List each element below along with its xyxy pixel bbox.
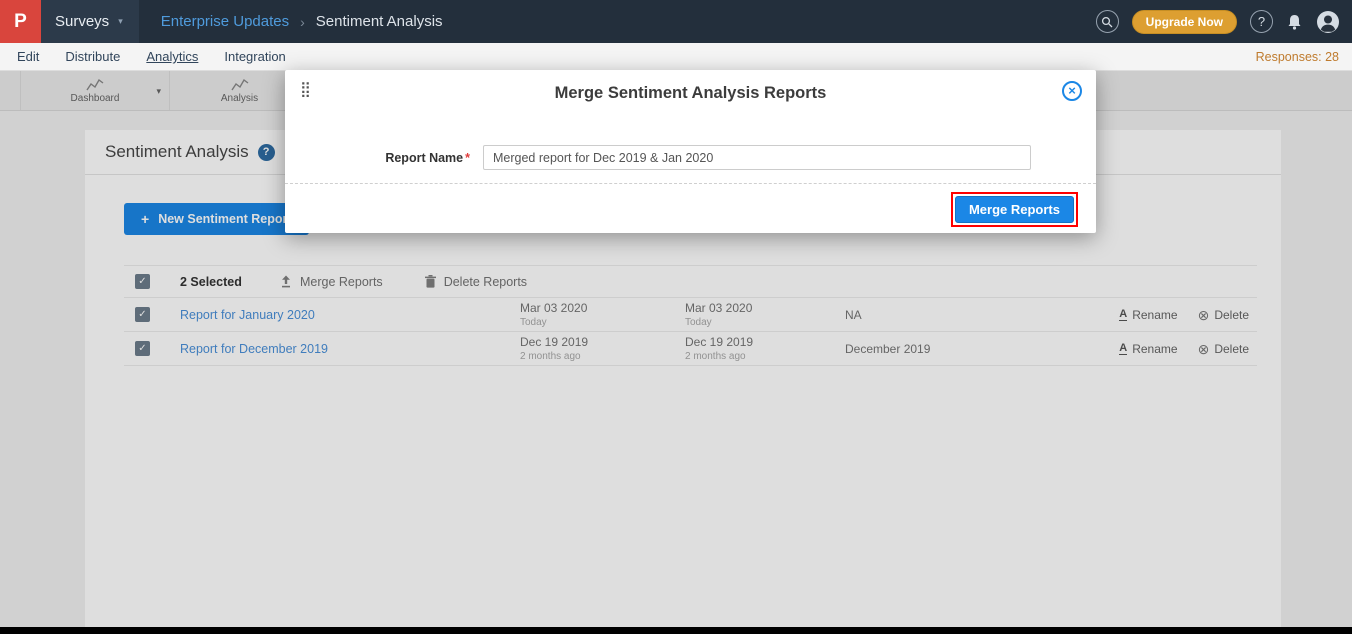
annotation-highlight: Merge Reports <box>951 192 1078 227</box>
breadcrumb-separator-icon: › <box>300 14 305 30</box>
chevron-down-icon: ▾ <box>118 16 123 27</box>
user-avatar[interactable] <box>1316 10 1340 34</box>
close-icon[interactable]: × <box>1062 81 1082 101</box>
topbar-actions: Upgrade Now ? <box>1096 10 1352 34</box>
merge-reports-button[interactable]: Merge Reports <box>955 196 1074 223</box>
report-name-input[interactable] <box>483 145 1031 170</box>
breadcrumb-current: Sentiment Analysis <box>316 13 443 30</box>
dialog-footer: Merge Reports <box>285 184 1096 227</box>
surveys-dropdown[interactable]: Surveys ▾ <box>41 0 139 43</box>
survey-tabs-bar: Edit Distribute Analytics Integration Re… <box>0 43 1352 71</box>
tab-integration[interactable]: Integration <box>224 49 285 64</box>
app-logo[interactable]: P <box>0 0 41 43</box>
dialog-header: ⣿ Merge Sentiment Analysis Reports × <box>285 70 1096 112</box>
upgrade-now-button[interactable]: Upgrade Now <box>1132 10 1237 34</box>
breadcrumb: Enterprise Updates › Sentiment Analysis <box>161 13 443 30</box>
responses-count: Responses: 28 <box>1256 50 1352 64</box>
dialog-title: Merge Sentiment Analysis Reports <box>285 70 1096 116</box>
tab-distribute[interactable]: Distribute <box>65 49 120 64</box>
help-icon[interactable]: ? <box>1250 10 1273 33</box>
notifications-bell-icon[interactable] <box>1286 13 1303 31</box>
required-marker: * <box>465 151 470 165</box>
search-icon[interactable] <box>1096 10 1119 33</box>
top-navbar: P Surveys ▾ Enterprise Updates › Sentime… <box>0 0 1352 43</box>
merge-reports-dialog: ⣿ Merge Sentiment Analysis Reports × Rep… <box>285 70 1096 233</box>
bottom-black-bar <box>0 627 1352 634</box>
report-name-label-text: Report Name <box>385 151 463 165</box>
breadcrumb-parent[interactable]: Enterprise Updates <box>161 13 289 30</box>
drag-handle-icon[interactable]: ⣿ <box>300 80 311 98</box>
surveys-label: Surveys <box>55 13 109 30</box>
tab-edit[interactable]: Edit <box>17 49 39 64</box>
report-name-row: Report Name* <box>285 145 1096 170</box>
tab-analytics[interactable]: Analytics <box>146 49 198 64</box>
report-name-label: Report Name* <box>285 151 470 165</box>
